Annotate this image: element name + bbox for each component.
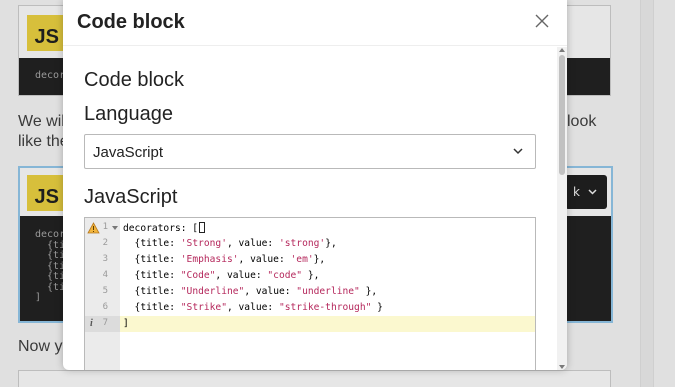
code-token: {title: — [123, 286, 181, 297]
line-gutter: i7 — [85, 316, 120, 332]
code-line[interactable]: 2 {title: 'Strong', value: 'strong'}, — [85, 236, 535, 252]
language-label: Language — [84, 103, 173, 125]
code-token: decorators: [ — [123, 223, 199, 234]
paragraph-text: We will — [18, 113, 69, 130]
code-text: {title: 'Emphasis', value: 'em'}, — [123, 254, 326, 265]
code-token: {title: — [123, 270, 181, 281]
fold-icon[interactable] — [112, 226, 118, 230]
code-token: }, — [313, 254, 326, 265]
code-token: }, — [359, 286, 378, 297]
code-line[interactable]: i 7] — [85, 316, 535, 332]
code-label: JavaScript — [84, 186, 178, 208]
scrollbar-thumb[interactable] — [559, 55, 565, 175]
line-number: 3 — [102, 254, 108, 264]
code-line[interactable]: 1 decorators: [ — [85, 220, 535, 236]
code-token: , value: — [238, 254, 291, 265]
language-select-value: JavaScript — [93, 144, 164, 161]
string-token: "underline" — [296, 286, 360, 297]
language-select[interactable]: JavaScript — [84, 134, 536, 169]
page-scrollbar[interactable] — [640, 0, 654, 387]
string-token: "Code" — [180, 270, 216, 281]
line-number: 2 — [102, 238, 108, 248]
code-text: ] — [123, 318, 129, 329]
code-line[interactable]: 3 {title: 'Emphasis', value: 'em'}, — [85, 252, 535, 268]
code-text: {title: "Underline", value: "underline" … — [123, 286, 378, 297]
code-text: decorators: [ — [123, 222, 206, 234]
dialog-scrollbar[interactable] — [557, 47, 567, 370]
code-text: {title: 'Strong', value: 'strong'}, — [123, 238, 337, 249]
code-token: {title: — [123, 238, 181, 249]
line-number: 7 — [102, 318, 108, 328]
string-token: 'strong' — [278, 238, 326, 249]
code-editor[interactable]: 1 decorators: [2 {title: 'Strong', value:… — [84, 217, 536, 370]
info-icon[interactable]: i — [90, 318, 93, 329]
line-gutter: 2 — [85, 236, 120, 252]
line-gutter: 1 — [85, 220, 120, 236]
scroll-down-icon[interactable] — [559, 365, 565, 369]
scroll-up-icon[interactable] — [559, 48, 565, 52]
string-token: "strike-through" — [278, 302, 372, 313]
line-gutter: 6 — [85, 300, 120, 316]
section-heading: Code block — [84, 69, 185, 91]
text-cursor — [199, 222, 206, 233]
dialog-header: Code block — [63, 0, 567, 46]
code-token: , value: — [215, 270, 268, 281]
code-token: }, — [302, 270, 320, 281]
line-number: 4 — [102, 270, 108, 280]
code-token: , value: — [226, 238, 279, 249]
paragraph-text: look — [567, 113, 597, 130]
line-number: 5 — [102, 286, 108, 296]
line-gutter: 5 — [85, 284, 120, 300]
code-token: }, — [325, 238, 337, 249]
code-token: , value: — [244, 286, 297, 297]
warning-icon[interactable] — [87, 222, 100, 234]
dialog-body: Code block Language JavaScript JavaScrip… — [63, 47, 557, 370]
string-token: "code" — [267, 270, 303, 281]
line-number: 6 — [102, 302, 108, 312]
paragraph-text: like the — [18, 133, 69, 150]
dialog-title: Code block — [77, 11, 185, 33]
string-token: 'Strong' — [180, 238, 227, 249]
line-number: 1 — [102, 222, 108, 232]
string-token: 'em' — [290, 254, 314, 265]
js-badge: JS — [27, 15, 63, 51]
code-line[interactable]: 6 {title: "Strike", value: "strike-throu… — [85, 300, 535, 316]
string-token: "Underline" — [180, 286, 245, 297]
string-token: "Strike" — [180, 302, 227, 313]
code-text: {title: "Code", value: "code" }, — [123, 270, 320, 281]
code-line[interactable]: 4 {title: "Code", value: "code" }, — [85, 268, 535, 284]
code-token: ] — [123, 318, 129, 329]
code-token: {title: — [123, 254, 181, 265]
close-icon[interactable] — [533, 12, 551, 30]
string-token: 'Emphasis' — [180, 254, 239, 265]
js-badge: JS — [27, 175, 63, 211]
code-block-preview[interactable] — [18, 370, 611, 387]
chevron-down-icon — [588, 189, 597, 195]
line-gutter: 4 — [85, 268, 120, 284]
code-preview-text: decor — [35, 70, 66, 81]
code-token: } — [371, 302, 383, 313]
code-token: {title: — [123, 302, 181, 313]
language-button[interactable]: k — [565, 175, 607, 209]
line-gutter: 3 — [85, 252, 120, 268]
language-button-label: k — [573, 185, 580, 199]
code-text: {title: "Strike", value: "strike-through… — [123, 302, 383, 313]
chevron-down-icon — [513, 148, 523, 155]
code-line[interactable]: 5 {title: "Underline", value: "underline… — [85, 284, 535, 300]
code-block-dialog: Code block Code block Language JavaScrip… — [63, 0, 567, 370]
code-token: , value: — [226, 302, 279, 313]
